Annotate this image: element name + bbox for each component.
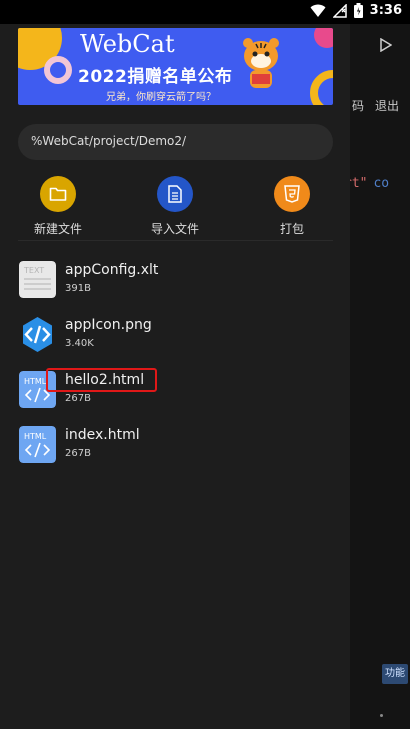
tiger-mascot-icon (243, 38, 279, 88)
banner-note: 兄弟，你刷穿云箭了吗？ (106, 92, 216, 103)
text-file-icon: TEXT (19, 261, 56, 298)
file-drawer: WebCat 2022捐赠名单公布 兄弟，你刷穿云箭了吗？ %WebCat/pr… (0, 24, 350, 729)
divider (18, 240, 333, 241)
status-bar: 3:36 (0, 0, 410, 24)
file-name: index.html (65, 427, 140, 443)
no-signal-icon (332, 3, 347, 18)
project-path-field[interactable]: %WebCat/project/Demo2/ (18, 124, 333, 160)
folder-icon (49, 187, 67, 201)
menu-item-exit[interactable]: 退出 (375, 97, 399, 114)
file-size: 267B (65, 393, 91, 404)
package-button[interactable]: 打包 (252, 176, 332, 237)
file-item-index[interactable]: HTML index.html 267B (18, 426, 333, 472)
banner-title: WebCat (80, 30, 175, 58)
status-icons: 3:36 (310, 3, 402, 18)
new-file-button[interactable]: 新建文件 (18, 176, 98, 237)
banner-decor-circle (314, 28, 333, 48)
html5-icon (284, 185, 300, 203)
project-path-text: %WebCat/project/Demo2/ (31, 134, 187, 148)
image-file-icon (23, 317, 52, 352)
file-size: 391B (65, 283, 91, 294)
file-name: appIcon.png (65, 317, 152, 333)
svg-text:HTML: HTML (24, 377, 47, 386)
banner-decor-ring (44, 56, 72, 84)
import-file-button[interactable]: 导入文件 (135, 176, 215, 237)
file-size: 267B (65, 448, 91, 459)
file-item-appicon[interactable]: appIcon.png 3.40K (18, 316, 333, 362)
file-size: 3.40K (65, 338, 94, 349)
html-file-icon: HTML (19, 426, 56, 463)
scroll-dot (380, 714, 383, 717)
battery-icon (353, 3, 363, 18)
svg-text:HTML: HTML (24, 432, 47, 441)
editor-menu: 码 退出 (350, 97, 399, 114)
import-file-circle (157, 176, 193, 212)
banner-decor-ring (310, 70, 333, 105)
new-file-label: 新建文件 (33, 222, 82, 236)
run-icon[interactable] (380, 38, 392, 52)
wifi-icon (310, 4, 326, 17)
import-file-label: 导入文件 (150, 222, 199, 236)
file-item-appconfig[interactable]: TEXT appConfig.xlt 391B (18, 261, 333, 307)
svg-text:TEXT: TEXT (23, 266, 44, 275)
banner-subtitle: 2022捐赠名单公布 (78, 67, 233, 87)
package-label: 打包 (279, 222, 304, 236)
file-name: appConfig.xlt (65, 262, 159, 278)
code-line: rt" co (344, 176, 389, 191)
code-keyword: co (373, 176, 390, 191)
function-button[interactable]: 功能 (382, 664, 408, 684)
document-icon (168, 185, 182, 203)
clock: 3:36 (369, 3, 402, 18)
new-file-circle (40, 176, 76, 212)
package-circle (274, 176, 310, 212)
promo-banner[interactable]: WebCat 2022捐赠名单公布 兄弟，你刷穿云箭了吗？ (18, 28, 333, 105)
highlight-box (46, 368, 157, 392)
editor-background: 码 退出 rt" co 功能 (344, 24, 410, 729)
menu-item-code[interactable]: 码 (352, 99, 364, 113)
